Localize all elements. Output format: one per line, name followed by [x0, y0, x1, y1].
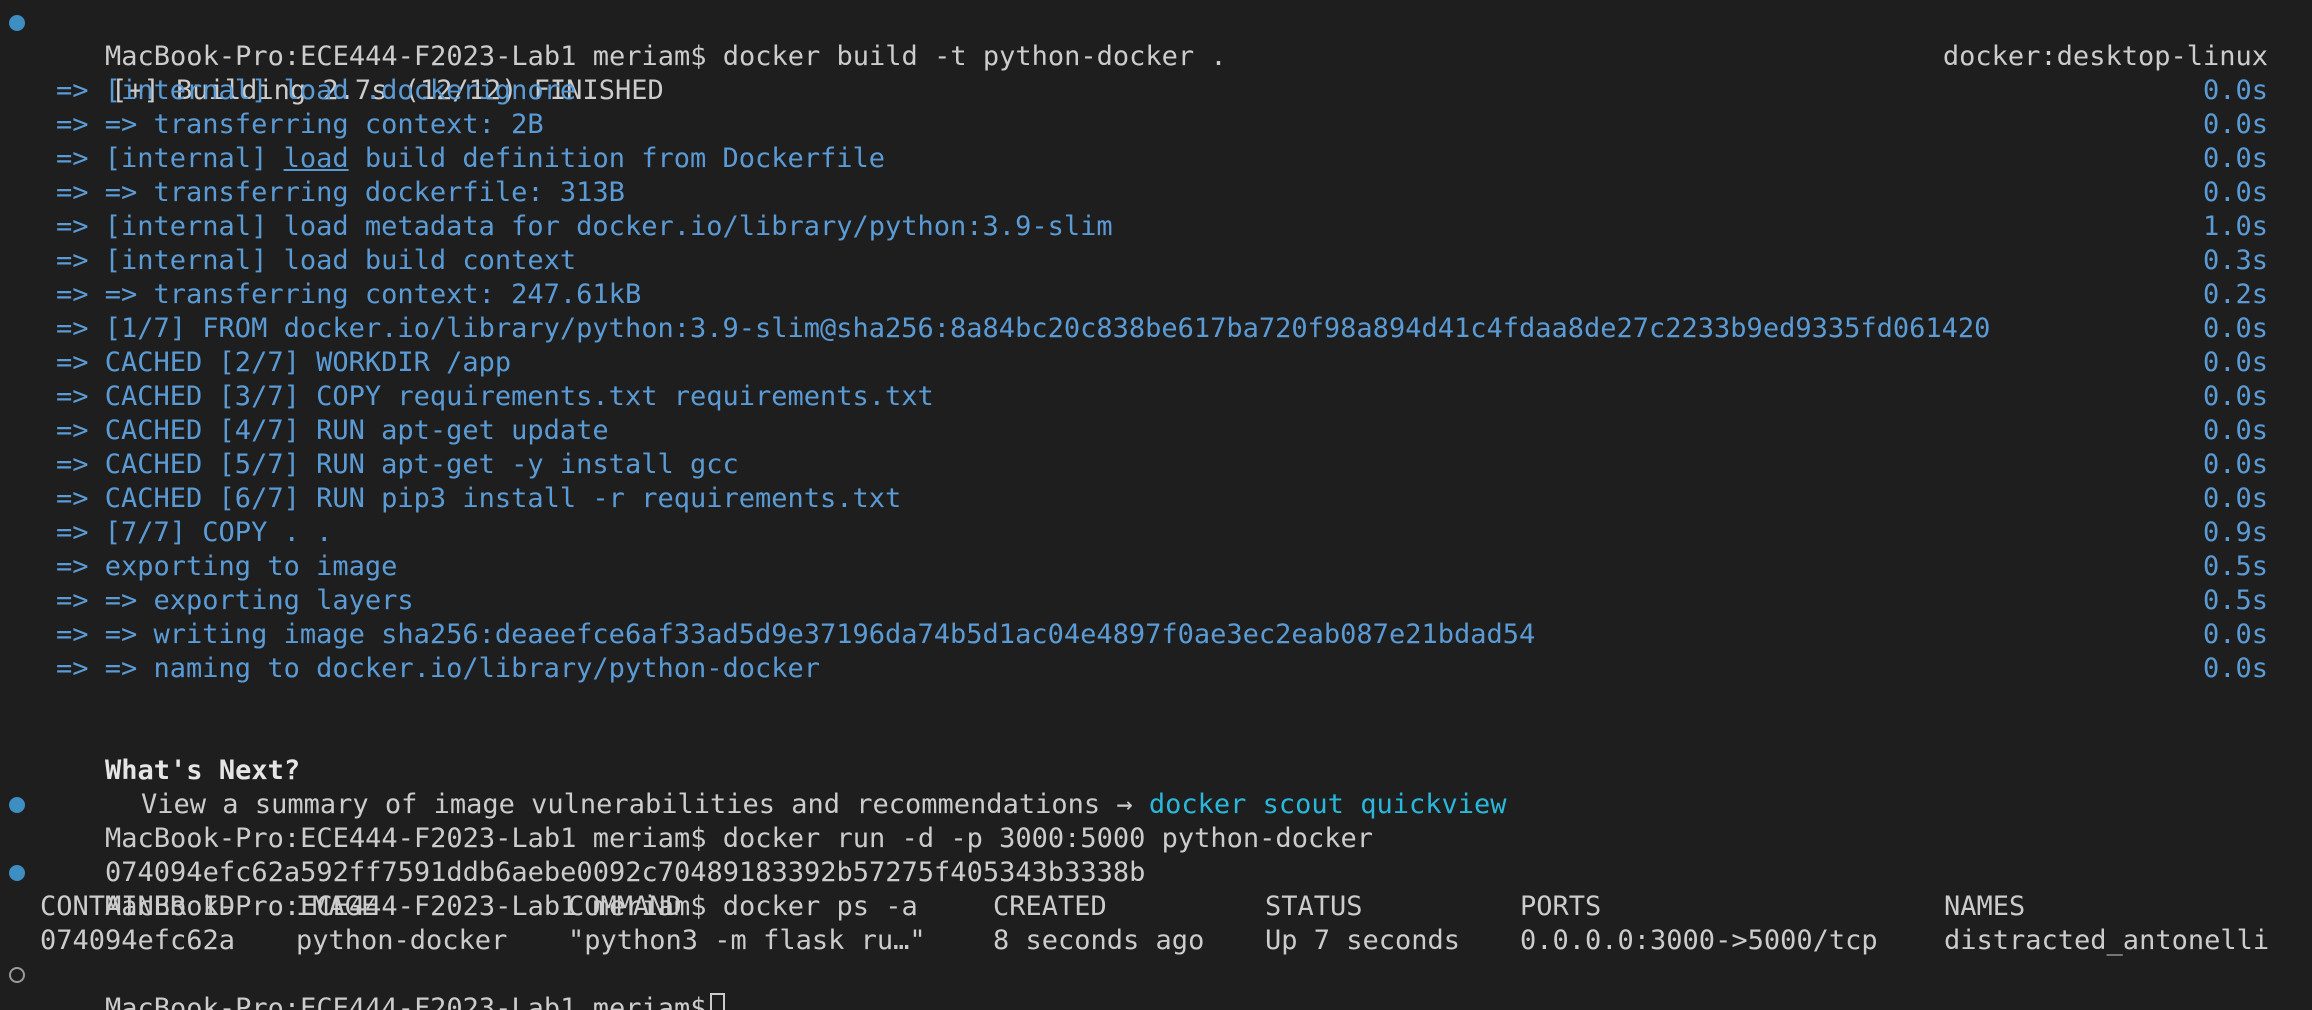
build-step-text: => CACHED [2/7] WORKDIR /app — [56, 347, 512, 378]
build-step-hover-link[interactable]: load — [284, 143, 349, 174]
build-step-text: => CACHED [4/7] RUN apt-get update — [56, 415, 609, 446]
ps-cell: 074094efc62a — [40, 925, 236, 956]
build-step-time: 0.5s — [2202, 585, 2268, 616]
build-steps-list: => [internal] load .dockerignore 0.0s => =… — [0, 74, 2312, 686]
build-step-time: 0.0s — [2202, 313, 2268, 344]
build-step-text: => => writing image sha256:deaeefce6af33… — [56, 619, 1536, 650]
build-step-time: 0.0s — [2202, 177, 2268, 208]
build-step-time: 0.0s — [2202, 75, 2268, 106]
build-step-time: 0.5s — [2202, 551, 2268, 582]
command-success-dot-icon[interactable] — [9, 865, 25, 881]
active-prompt-line[interactable]: MacBook-Pro:ECE444-F2023-Lab1 meriam$ — [0, 958, 2312, 1010]
run-output-line: 074094efc62a592ff7591ddb6aebe0092c704891… — [0, 822, 2312, 888]
build-step-line: => => writing image sha256:deaeefce6af33… — [0, 618, 2312, 652]
whats-next-title-line: What's Next? — [0, 720, 2312, 786]
build-step-text: => [internal] load build definition from… — [56, 143, 885, 174]
build-step-line: => CACHED [5/7] RUN apt-get -y install g… — [0, 448, 2312, 482]
pending-command-dot-icon[interactable] — [9, 967, 25, 983]
build-step-line: => => transferring context: 247.61kB 0.2s — [0, 278, 2312, 312]
build-step-line: => CACHED [2/7] WORKDIR /app 0.0s — [0, 346, 2312, 380]
build-step-text: => [internal] load build context — [56, 245, 577, 276]
ps-cell: python-docker — [296, 925, 508, 956]
build-step-text: => [1/7] FROM docker.io/library/python:3… — [56, 313, 1991, 344]
build-step-line: => [internal] load .dockerignore 0.0s — [0, 74, 2312, 108]
ps-command-line: MacBook-Pro:ECE444-F2023-Lab1 meriam$ do… — [0, 856, 2312, 922]
build-step-text: => [7/7] COPY . . — [56, 517, 333, 548]
ps-cell: distracted_antonelli — [1944, 925, 2270, 956]
build-step-time: 0.0s — [2202, 143, 2268, 174]
build-step-text-part: build definition from Dockerfile — [348, 143, 886, 174]
ps-header-cell: COMMAND — [568, 891, 682, 922]
build-header-line: [+] Building 2.7s (12/12) FINISHED docke… — [0, 40, 2312, 106]
build-step-line: => => transferring dockerfile: 313B 0.0s — [0, 176, 2312, 210]
ps-header-cell: STATUS — [1265, 891, 1363, 922]
build-step-line: => => naming to docker.io/library/python… — [0, 652, 2312, 686]
build-step-text: => [internal] load .dockerignore — [56, 75, 577, 106]
build-step-line: => [internal] load build context 0.3s — [0, 244, 2312, 278]
ps-table-row: 074094efc62a python-docker "python3 -m f… — [0, 924, 2312, 958]
terminal-cursor[interactable] — [710, 993, 726, 1010]
build-step-text: => => naming to docker.io/library/python… — [56, 653, 821, 684]
ps-cell: Up 7 seconds — [1265, 925, 1461, 956]
build-step-time: 0.3s — [2202, 245, 2268, 276]
build-step-text: => CACHED [5/7] RUN apt-get -y install g… — [56, 449, 739, 480]
ps-header-cell: PORTS — [1520, 891, 1602, 922]
build-step-text: => CACHED [6/7] RUN pip3 install -r requ… — [56, 483, 902, 514]
build-step-text: => [internal] load metadata for docker.i… — [56, 211, 1113, 242]
build-step-line: => [1/7] FROM docker.io/library/python:3… — [0, 312, 2312, 346]
build-step-line: => [internal] load metadata for docker.i… — [0, 210, 2312, 244]
build-command-line: MacBook-Pro:ECE444-F2023-Lab1 meriam$ do… — [0, 6, 2312, 72]
terminal-window[interactable]: MacBook-Pro:ECE444-F2023-Lab1 meriam$ do… — [0, 0, 2312, 1010]
build-step-line: => [7/7] COPY . . 0.9s — [0, 516, 2312, 550]
build-step-text: => => transferring context: 247.61kB — [56, 279, 642, 310]
build-step-line: => => exporting layers 0.5s — [0, 584, 2312, 618]
ps-cell: 0.0.0.0:3000->5000/tcp — [1520, 925, 1878, 956]
whats-next-text-line: View a summary of image vulnerabilities … — [0, 754, 2312, 820]
command-success-dot-icon[interactable] — [9, 797, 25, 813]
ps-header-cell: CREATED — [993, 891, 1107, 922]
build-step-time: 0.0s — [2202, 381, 2268, 412]
build-step-text: => => transferring context: 2B — [56, 109, 544, 140]
build-step-time: 0.0s — [2202, 347, 2268, 378]
shell-prompt: MacBook-Pro:ECE444-F2023-Lab1 meriam$ — [105, 993, 707, 1010]
ps-header-cell: IMAGE — [296, 891, 378, 922]
build-step-time: 0.0s — [2202, 619, 2268, 650]
build-step-time: 0.0s — [2202, 483, 2268, 514]
build-step-text: => exporting to image — [56, 551, 398, 582]
ps-table-header: CONTAINER ID IMAGE COMMAND CREATED STATU… — [0, 890, 2312, 924]
ps-cell: 8 seconds ago — [993, 925, 1205, 956]
build-step-time: 0.0s — [2202, 449, 2268, 480]
build-step-text-part: => [internal] — [56, 143, 284, 174]
build-step-time: 0.0s — [2202, 653, 2268, 684]
build-step-time: 0.0s — [2202, 109, 2268, 140]
ps-cell: "python3 -m flask ru…" — [568, 925, 926, 956]
command-success-dot-icon[interactable] — [9, 15, 25, 31]
build-step-time: 0.9s — [2202, 517, 2268, 548]
build-step-line: => exporting to image 0.5s — [0, 550, 2312, 584]
build-step-line: => => transferring context: 2B 0.0s — [0, 108, 2312, 142]
build-context: docker:desktop-linux — [1942, 41, 2268, 72]
build-step-time: 0.2s — [2202, 279, 2268, 310]
build-step-time: 1.0s — [2202, 211, 2268, 242]
build-step-text: => CACHED [3/7] COPY requirements.txt re… — [56, 381, 934, 412]
build-step-text: => => transferring dockerfile: 313B — [56, 177, 625, 208]
ps-header-cell: CONTAINER ID — [40, 891, 236, 922]
build-step-text: => => exporting layers — [56, 585, 414, 616]
build-step-line: => CACHED [6/7] RUN pip3 install -r requ… — [0, 482, 2312, 516]
build-step-line: => CACHED [4/7] RUN apt-get update 0.0s — [0, 414, 2312, 448]
run-command-line: MacBook-Pro:ECE444-F2023-Lab1 meriam$ do… — [0, 788, 2312, 854]
ps-header-cell: NAMES — [1944, 891, 2026, 922]
build-step-time: 0.0s — [2202, 415, 2268, 446]
build-step-line: => [internal] load build definition from… — [0, 142, 2312, 176]
build-step-line: => CACHED [3/7] COPY requirements.txt re… — [0, 380, 2312, 414]
